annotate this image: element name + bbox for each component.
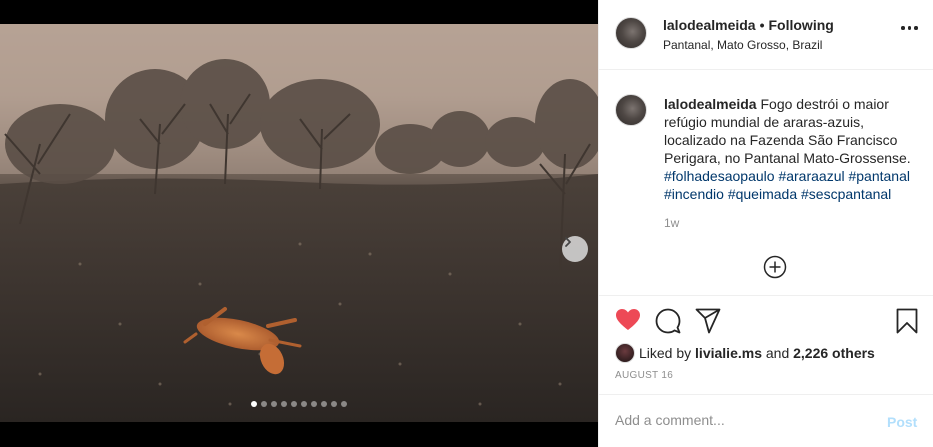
liked-by-prefix: Liked by [639, 345, 692, 361]
carousel-dot [341, 401, 347, 407]
comment-bar: Post [599, 394, 933, 447]
comment-bubble-icon[interactable] [655, 308, 681, 334]
hashtag-link[interactable]: #incendio [664, 186, 724, 202]
post-side-panel: lalodealmeida • Following Pantanal, Mato G… [598, 0, 933, 447]
carousel-indicator [0, 401, 598, 407]
next-slide-button[interactable] [562, 236, 588, 262]
comment-input[interactable] [615, 412, 865, 428]
avatar[interactable] [615, 94, 647, 126]
carousel-dot [261, 401, 267, 407]
liked-by-user[interactable]: livialie.ms [695, 345, 762, 361]
carousel-dot [251, 401, 257, 407]
carousel-dot [321, 401, 327, 407]
carousel-dot [311, 401, 317, 407]
carousel-dot [271, 401, 277, 407]
plus-circle-icon[interactable] [763, 255, 787, 279]
likes-summary: Liked by livialie.ms and 2,226 others [615, 343, 875, 363]
caption: lalodealmeida Fogo destrói o maior refúg… [664, 95, 922, 203]
carousel-dot [331, 401, 337, 407]
hashtag-link[interactable]: #araraazul [778, 168, 844, 184]
others-count-link[interactable]: 2,226 others [793, 345, 875, 361]
burned-field-photo [0, 24, 598, 422]
avatar[interactable] [615, 343, 635, 363]
paper-plane-icon[interactable] [695, 308, 721, 334]
hashtag-list: #folhadesaopaulo #araraazul #pantanal #i… [664, 168, 910, 202]
header-username[interactable]: lalodealmeida [663, 17, 756, 33]
carousel-dot [301, 401, 307, 407]
hashtag-link[interactable]: #pantanal [848, 168, 910, 184]
carousel-dot [291, 401, 297, 407]
post-header: lalodealmeida • Following Pantanal, Mato G… [599, 0, 933, 70]
caption-username[interactable]: lalodealmeida [664, 96, 757, 112]
caption-section: lalodealmeida Fogo destrói o maior refúg… [599, 71, 933, 296]
carousel-dot [281, 401, 287, 407]
chevron-right-icon [565, 237, 571, 247]
follow-separator: • [759, 17, 765, 33]
more-options-icon[interactable] [901, 26, 918, 30]
location-link[interactable]: Pantanal, Mato Grosso, Brazil [663, 38, 822, 52]
post-date: AUGUST 16 [615, 370, 674, 381]
post-photo[interactable] [0, 24, 598, 422]
post-time: 1w [664, 216, 680, 230]
bookmark-icon[interactable] [896, 308, 918, 334]
avatar[interactable] [615, 17, 647, 49]
action-bar [599, 308, 933, 336]
heart-filled-icon[interactable] [615, 308, 641, 332]
following-button[interactable]: Following [769, 17, 834, 33]
hashtag-link[interactable]: #queimada [728, 186, 797, 202]
hashtag-link[interactable]: #sescpantanal [801, 186, 891, 202]
hashtag-link[interactable]: #folhadesaopaulo [664, 168, 775, 184]
header-user-line: lalodealmeida • Following [663, 17, 834, 33]
post-comment-button[interactable]: Post [887, 414, 917, 430]
liked-by-and: and [765, 345, 790, 361]
